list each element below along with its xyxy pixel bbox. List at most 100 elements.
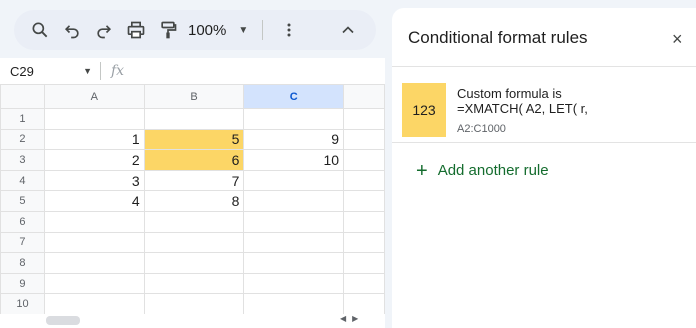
- table-row: 9: [0, 272, 385, 295]
- cell-d[interactable]: [343, 272, 385, 295]
- zoom-select[interactable]: 100% ▼: [188, 22, 248, 39]
- row-header[interactable]: 10: [0, 293, 45, 315]
- cell-a[interactable]: [43, 231, 145, 254]
- cell-d[interactable]: [343, 231, 385, 254]
- cell-c[interactable]: [243, 190, 345, 212]
- conditional-format-panel: Conditional format rules × 123 Custom fo…: [392, 8, 696, 328]
- name-box-value: C29: [10, 63, 34, 79]
- column-header-b[interactable]: B: [143, 84, 245, 109]
- chevron-down-icon: ▼: [238, 24, 249, 36]
- toolbar: 100% ▼: [14, 10, 376, 50]
- collapse-toolbar-icon[interactable]: [332, 14, 364, 46]
- cell-c[interactable]: 9: [243, 128, 345, 151]
- cell-a[interactable]: 3: [43, 169, 145, 192]
- row-header[interactable]: 8: [0, 252, 45, 274]
- cell-b[interactable]: [143, 108, 245, 130]
- column-header-d[interactable]: [343, 84, 385, 109]
- chevron-down-icon: ▼: [83, 66, 92, 76]
- cell-c[interactable]: [243, 293, 345, 315]
- paint-format-icon[interactable]: [152, 14, 184, 46]
- cell-b[interactable]: 7: [143, 169, 245, 192]
- rule-formula: =XMATCH( A2, LET( r,: [457, 101, 588, 116]
- rule-preview-swatch: 123: [402, 83, 446, 137]
- table-row: 8: [0, 252, 385, 274]
- cell-d[interactable]: [343, 252, 385, 274]
- table-row: 3 2 6 10: [0, 149, 385, 171]
- cell-b[interactable]: 6: [143, 149, 245, 171]
- cell-c[interactable]: [243, 169, 345, 192]
- add-rule-label: Add another rule: [437, 162, 549, 179]
- cell-b[interactable]: [143, 293, 245, 315]
- table-row: 6: [0, 210, 385, 233]
- zoom-value: 100%: [188, 21, 227, 39]
- horizontal-scrollbar-thumb[interactable]: [46, 316, 80, 325]
- cell-a[interactable]: 4: [43, 190, 145, 212]
- close-icon[interactable]: ×: [672, 30, 683, 48]
- cell-b[interactable]: 5: [143, 128, 245, 151]
- cell-d[interactable]: [343, 149, 385, 171]
- cell-a[interactable]: [43, 252, 145, 274]
- cell-a[interactable]: [43, 272, 145, 295]
- row-header[interactable]: 2: [0, 128, 45, 151]
- cell-c[interactable]: [243, 108, 345, 130]
- cell-b[interactable]: [143, 252, 245, 274]
- select-all-corner[interactable]: [0, 84, 45, 109]
- column-header-a[interactable]: A: [43, 84, 145, 109]
- panel-title: Conditional format rules: [408, 28, 588, 47]
- cell-d[interactable]: [343, 128, 385, 151]
- cell-b[interactable]: [143, 231, 245, 254]
- formula-input[interactable]: [132, 61, 385, 81]
- formula-bar: C29 ▼ fx: [0, 58, 385, 84]
- cell-c[interactable]: [243, 272, 345, 295]
- fx-icon: fx: [111, 63, 125, 79]
- cell-c[interactable]: [243, 252, 345, 274]
- cell-b[interactable]: 8: [143, 190, 245, 212]
- table-row: 2159: [0, 128, 385, 151]
- cell-d[interactable]: [343, 210, 385, 233]
- format-rule-item[interactable]: 123 Custom formula is =XMATCH( A2, LET( …: [392, 66, 696, 144]
- add-rule-button[interactable]: + Add another rule: [416, 159, 549, 182]
- table-row: 10: [0, 293, 385, 315]
- table-row: 1: [0, 108, 385, 130]
- formula-bar-divider: [100, 62, 101, 80]
- cell-a[interactable]: [43, 108, 145, 130]
- table-row: 7: [0, 231, 385, 254]
- cell-a[interactable]: 2: [43, 149, 145, 171]
- row-header[interactable]: 9: [0, 272, 45, 295]
- table-row: 437: [0, 169, 385, 192]
- cell-d[interactable]: [343, 108, 385, 130]
- row-header[interactable]: 4: [0, 169, 45, 192]
- rule-condition: Custom formula is: [457, 86, 562, 101]
- plus-icon: +: [416, 159, 428, 182]
- row-header[interactable]: 6: [0, 210, 45, 233]
- name-box[interactable]: C29 ▼: [0, 64, 100, 79]
- table-row: 548: [0, 190, 385, 212]
- redo-icon[interactable]: [88, 14, 120, 46]
- row-header[interactable]: 7: [0, 231, 45, 254]
- cell-c[interactable]: [243, 231, 345, 254]
- cell-c[interactable]: 10: [243, 149, 345, 171]
- cell-a[interactable]: 1: [43, 128, 145, 151]
- cell-a[interactable]: [43, 210, 145, 233]
- divider: [392, 142, 696, 143]
- search-icon[interactable]: [24, 14, 56, 46]
- rule-range: A2:C1000: [457, 123, 506, 135]
- cell-d[interactable]: [343, 293, 385, 315]
- rule-description: Custom formula is =XMATCH( A2, LET( r,: [457, 86, 657, 116]
- cell-b[interactable]: [143, 272, 245, 295]
- spreadsheet-grid[interactable]: A B C 1 2 1 5 9 3 2 6 10 4 3 7 5 4 8 6 7 8 9 10: [0, 84, 385, 328]
- row-header[interactable]: 3: [0, 149, 45, 171]
- cell-d[interactable]: [343, 190, 385, 212]
- undo-icon[interactable]: [56, 14, 88, 46]
- more-options-icon[interactable]: [273, 14, 305, 46]
- cell-c[interactable]: [243, 210, 345, 233]
- cell-b[interactable]: [143, 210, 245, 233]
- cell-d[interactable]: [343, 169, 385, 192]
- print-icon[interactable]: [120, 14, 152, 46]
- toolbar-divider: [262, 20, 264, 40]
- cell-a[interactable]: [43, 293, 145, 315]
- row-header[interactable]: 1: [0, 108, 45, 130]
- row-header[interactable]: 5: [0, 190, 45, 212]
- horizontal-scroll-arrows-icon[interactable]: ◀▶: [340, 314, 364, 323]
- column-header-c[interactable]: C: [243, 84, 345, 109]
